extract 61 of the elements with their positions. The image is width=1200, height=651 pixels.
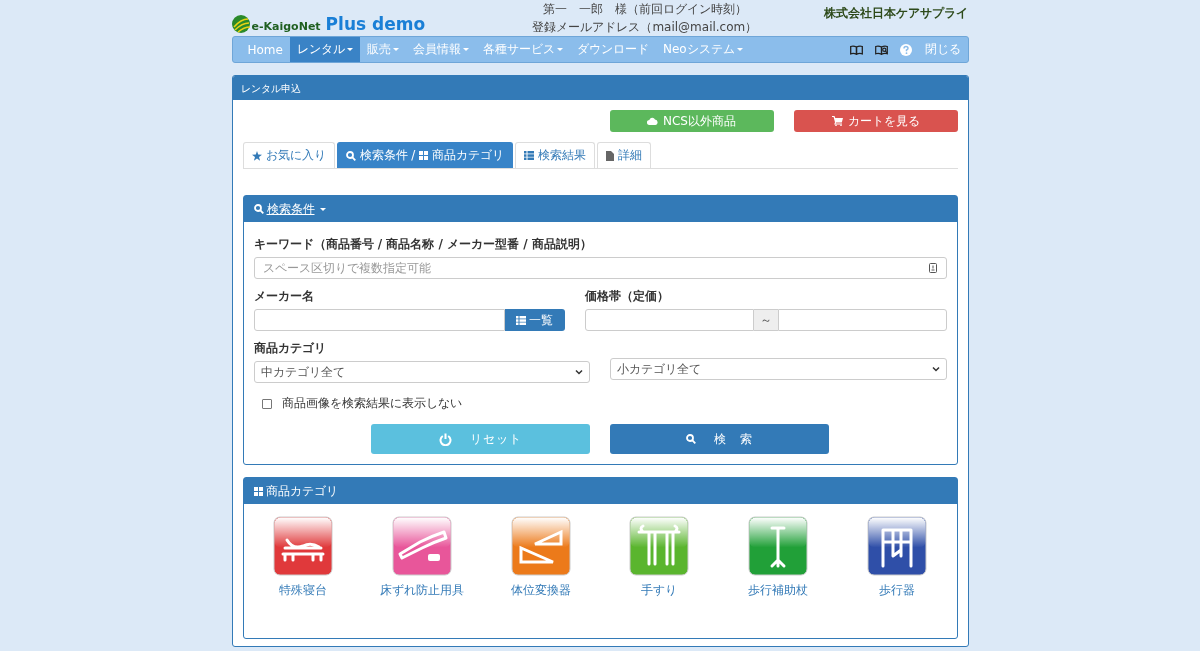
category-select[interactable]: 中カテゴリ全て <box>253 361 590 383</box>
checkbox-label: 商品画像を検索結果に表示しない <box>281 395 462 412</box>
category-link[interactable]: 歩行補助杖 <box>748 582 809 599</box>
mattress-icon[interactable] <box>391 516 452 576</box>
field-label: メーカー名 <box>253 288 315 305</box>
checkbox[interactable] <box>261 398 272 409</box>
tab[interactable]: 検索条件 / 商品カテゴリ <box>336 142 514 168</box>
view-cart-button[interactable]: カートを見る <box>793 110 958 132</box>
subcategory-select[interactable]: 小カテゴリ全て <box>610 358 947 380</box>
cart-icon <box>831 116 843 126</box>
walker-icon[interactable] <box>867 516 928 576</box>
nav-link[interactable]: レンタル <box>289 37 360 62</box>
list-icon <box>516 315 526 325</box>
panel-title: レンタル申込 <box>232 76 968 100</box>
star-icon <box>251 150 262 161</box>
field-label: キーワード（商品番号 / 商品名称 / メーカー型番 / 商品説明） <box>253 236 593 253</box>
cloud-icon <box>647 117 658 125</box>
category-link[interactable]: 手すり <box>641 582 678 599</box>
logo-title: Plus demo <box>325 16 426 33</box>
list-button[interactable]: 一覧 <box>504 309 565 331</box>
chevron-down-icon <box>931 366 940 372</box>
wedge-icon[interactable] <box>510 516 571 576</box>
range-separator: ～ <box>753 309 778 331</box>
tab[interactable]: 検索結果 <box>515 142 596 168</box>
category-link[interactable]: 体位変換器 <box>510 582 571 599</box>
tab[interactable]: 詳細 <box>597 142 652 168</box>
user-email: 登録メールアドレス（mail@mail.com） <box>532 19 758 36</box>
cane-icon[interactable] <box>748 516 809 576</box>
handrail-icon[interactable] <box>629 516 690 576</box>
search-toggle-link[interactable]: 検索条件 <box>266 200 315 218</box>
search-icon <box>253 204 264 214</box>
category-link[interactable]: 床ずれ防止用具 <box>379 582 464 599</box>
price-min-field[interactable] <box>584 309 754 331</box>
search-icon <box>686 434 696 444</box>
category-link[interactable]: 特殊寝台 <box>278 582 327 599</box>
input-helper-icon <box>928 263 937 273</box>
tab[interactable]: お気に入り <box>242 142 335 168</box>
logo-icon <box>231 15 250 33</box>
power-icon <box>439 432 452 446</box>
category-link[interactable]: 歩行器 <box>879 582 916 599</box>
bed-icon[interactable] <box>272 516 333 576</box>
book-icon[interactable] <box>849 44 863 55</box>
field-label: 価格帯（定価） <box>584 288 670 305</box>
user-name: 第一 一郎 様（前回ログイン時刻） <box>542 1 747 18</box>
list-icon <box>524 151 535 160</box>
help-icon[interactable] <box>899 43 912 56</box>
logo-text: e-KaigoNet <box>251 20 321 33</box>
grid-icon <box>253 486 263 496</box>
search-button[interactable]: 検 索 <box>610 424 829 454</box>
other-products-button[interactable]: NCS以外商品 <box>609 110 774 132</box>
file-icon <box>606 150 615 161</box>
maker-field[interactable] <box>253 309 505 331</box>
book-search-icon[interactable] <box>874 44 888 55</box>
price-max-field[interactable] <box>777 309 947 331</box>
company-name: 株式会社日本ケアサプライ <box>824 5 969 22</box>
panel-title: 商品カテゴリ <box>265 482 338 500</box>
grid-icon <box>419 151 429 160</box>
field-label: 商品カテゴリ <box>253 340 327 357</box>
search-icon <box>345 150 356 161</box>
chevron-down-icon <box>575 369 583 375</box>
keyword-field[interactable]: スペース区切りで複数指定可能 <box>253 257 947 279</box>
